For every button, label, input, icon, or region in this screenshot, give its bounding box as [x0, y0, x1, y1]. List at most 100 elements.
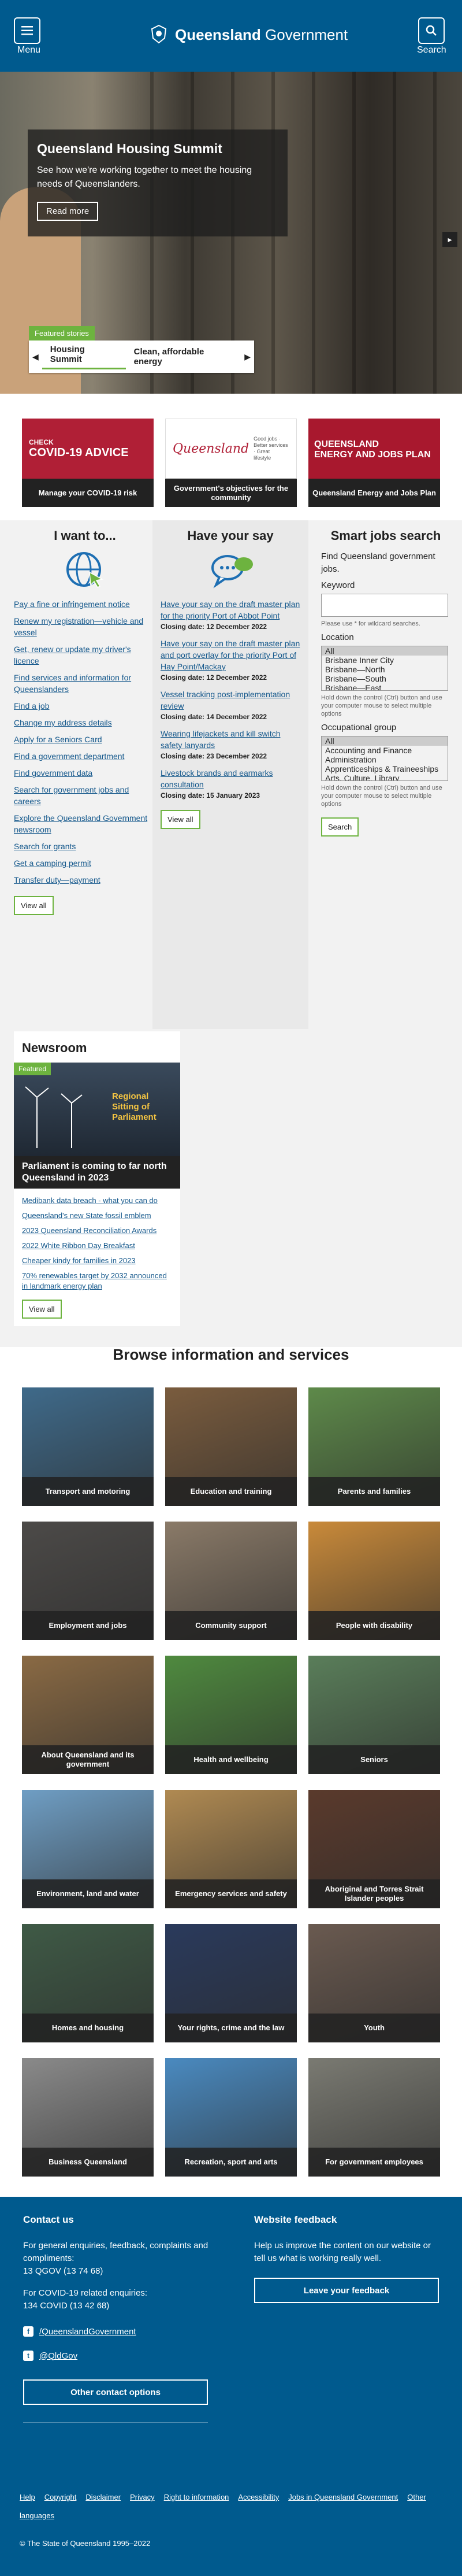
jobs-search-button[interactable]: Search — [321, 817, 359, 837]
location-option[interactable]: Brisbane Inner City — [322, 656, 448, 665]
twitter-link[interactable]: t @QldGov — [23, 2351, 77, 2361]
footer-link[interactable]: Disclaimer — [85, 2493, 121, 2501]
browse-tile[interactable]: About Queensland and its government — [22, 1656, 154, 1774]
location-option[interactable]: All — [322, 646, 448, 656]
occupation-option[interactable]: Apprenticeships & Traineeships — [322, 764, 448, 773]
copyright: © The State of Queensland 1995–2022 — [20, 2539, 151, 2548]
closing-date: Closing date: 23 December 2022 — [161, 752, 267, 760]
location-option[interactable]: Brisbane—East — [322, 683, 448, 690]
search-button[interactable] — [418, 17, 445, 44]
occupation-hint: Hold down the control (Ctrl) button and … — [321, 784, 442, 808]
other-contact-button[interactable]: Other contact options — [23, 2379, 208, 2405]
coat-of-arms-icon — [151, 24, 167, 44]
browse-tile[interactable]: Employment and jobs — [22, 1522, 154, 1640]
browse-tile[interactable]: Transport and motoring — [22, 1387, 154, 1506]
consultation-link[interactable]: Wearing lifejackets and kill switch safe… — [161, 728, 300, 751]
feedback-text: Help us improve the content on our websi… — [254, 2241, 431, 2263]
i-want-to-link[interactable]: Transfer duty—payment — [14, 874, 156, 886]
facebook-link[interactable]: f /QueenslandGovernment — [23, 2326, 136, 2337]
footer-link[interactable]: Right to information — [164, 2493, 229, 2501]
browse-tile[interactable]: Education and training — [165, 1387, 297, 1506]
i-want-to-view-all-button[interactable]: View all — [14, 896, 54, 915]
consultation-link[interactable]: Vessel tracking post-implementation revi… — [161, 689, 300, 712]
i-want-to-link[interactable]: Search for government jobs and careers — [14, 784, 156, 807]
i-want-to-link[interactable]: Get a camping permit — [14, 857, 156, 869]
leave-feedback-button[interactable]: Leave your feedback — [254, 2278, 439, 2303]
promo-covid[interactable]: CHECK COVID-19 ADVICE Manage your COVID-… — [22, 419, 154, 507]
newsroom-section: Newsroom Featured Regional Sitting of Pa… — [14, 1031, 180, 1326]
browse-tile[interactable]: People with disability — [308, 1522, 440, 1640]
browse-tile[interactable]: Aboriginal and Torres Strait Islander pe… — [308, 1790, 440, 1908]
browse-tile[interactable]: Recreation, sport and arts — [165, 2058, 297, 2177]
promo-objectives[interactable]: Queensland Good jobs · Better services ·… — [165, 419, 297, 507]
news-link[interactable]: 2023 Queensland Reconciliation Awards — [22, 1226, 172, 1236]
consultation-link[interactable]: Have your say on the draft master plan f… — [161, 598, 300, 621]
location-select[interactable]: All Brisbane Inner City Brisbane—North Bris… — [321, 646, 448, 691]
i-want-to-link[interactable]: Get, renew or update my driver's licence — [14, 643, 156, 667]
browse-tile[interactable]: Health and wellbeing — [165, 1656, 297, 1774]
chevron-left-icon[interactable]: ◀ — [29, 352, 42, 362]
i-want-to-link[interactable]: Find government data — [14, 767, 156, 779]
logo-text-bold: Queensland — [175, 25, 261, 43]
browse-tile[interactable]: Your rights, crime and the law — [165, 1924, 297, 2042]
news-link[interactable]: Medibank data breach - what you can do — [22, 1196, 172, 1206]
occupation-select[interactable]: All Accounting and Finance Administration A… — [321, 736, 448, 781]
browse-tile[interactable]: Youth — [308, 1924, 440, 2042]
footer-link[interactable]: Privacy — [130, 2493, 155, 2501]
occupation-option[interactable]: Accounting and Finance — [322, 746, 448, 755]
news-link[interactable]: 2022 White Ribbon Day Breakfast — [22, 1241, 172, 1251]
footer-divider — [23, 2422, 208, 2423]
i-want-to-link[interactable]: Explore the Queensland Government newsro… — [14, 812, 156, 835]
browse-tile[interactable]: For government employees — [308, 2058, 440, 2177]
site-logo[interactable]: Queensland Government — [147, 23, 348, 46]
news-link[interactable]: Queensland's new State fossil emblem — [22, 1211, 172, 1221]
promo-energy[interactable]: QUEENSLAND ENERGY AND JOBS PLAN Queensla… — [308, 419, 440, 507]
newsroom-view-all-button[interactable]: View all — [22, 1300, 62, 1319]
i-want-to-link[interactable]: Apply for a Seniors Card — [14, 734, 156, 745]
browse-tile[interactable]: Homes and housing — [22, 1924, 154, 2042]
occupation-option[interactable]: Arts, Culture, Library — [322, 773, 448, 780]
globe-cursor-icon — [66, 552, 104, 588]
browse-tile[interactable]: Environment, land and water — [22, 1790, 154, 1908]
have-your-say-view-all-button[interactable]: View all — [161, 810, 200, 829]
facebook-link-text[interactable]: /QueenslandGovernment — [39, 2327, 136, 2337]
footer-link[interactable]: Help — [20, 2493, 35, 2501]
footer-link[interactable]: Accessibility — [238, 2493, 279, 2501]
browse-tile-caption: Transport and motoring — [22, 1477, 154, 1506]
consultation-link[interactable]: Have your say on the draft master plan a… — [161, 638, 300, 672]
browse-tile[interactable]: Community support — [165, 1522, 297, 1640]
browse-tile[interactable]: Emergency services and safety — [165, 1790, 297, 1908]
read-more-button[interactable]: Read more — [37, 202, 99, 221]
location-option[interactable]: Brisbane—North — [322, 665, 448, 674]
covid-phone[interactable]: 134 COVID (13 42 68) — [23, 2300, 109, 2312]
tab-clean-energy[interactable]: Clean, affordable energy — [126, 347, 241, 367]
i-want-to-link[interactable]: Find a job — [14, 700, 156, 712]
occupation-option[interactable]: Administration — [322, 755, 448, 764]
consultation-link[interactable]: Livestock brands and earmarks consultati… — [161, 767, 300, 790]
i-want-to-section: I want to... Pay a fine or infringement … — [14, 528, 156, 915]
i-want-to-link[interactable]: Search for grants — [14, 841, 156, 852]
i-want-to-link[interactable]: Change my address details — [14, 717, 156, 728]
browse-tile[interactable]: Business Queensland — [22, 2058, 154, 2177]
i-want-to-link[interactable]: Renew my registration—vehicle and vessel — [14, 615, 156, 638]
menu-button[interactable] — [14, 17, 40, 44]
footer-link[interactable]: Jobs in Queensland Government — [288, 2493, 398, 2501]
i-want-to-link[interactable]: Pay a fine or infringement notice — [14, 598, 156, 610]
contact-phone[interactable]: 13 QGOV (13 74 68) — [23, 2265, 103, 2278]
chevron-right-icon[interactable]: ▶ — [241, 352, 254, 362]
keyword-input[interactable] — [321, 594, 448, 617]
twitter-link-text[interactable]: @QldGov — [39, 2351, 77, 2361]
occupation-option[interactable]: All — [322, 736, 448, 746]
browse-tile[interactable]: Seniors — [308, 1656, 440, 1774]
i-want-to-link[interactable]: Find a government department — [14, 750, 156, 762]
news-link[interactable]: 70% renewables target by 2032 announced … — [22, 1271, 172, 1291]
browse-tile[interactable]: Parents and families — [308, 1387, 440, 1506]
news-link[interactable]: Cheaper kindy for families in 2023 — [22, 1256, 172, 1266]
chevron-right-icon[interactable]: ▸ — [442, 232, 457, 247]
i-want-to-link[interactable]: Find services and information for Queens… — [14, 672, 156, 695]
newsroom-featured-image[interactable]: Featured Regional Sitting of Parliament — [14, 1063, 180, 1156]
footer-link[interactable]: Copyright — [44, 2493, 77, 2501]
location-option[interactable]: Brisbane—South — [322, 674, 448, 683]
newsroom-headline[interactable]: Parliament is coming to far north Queens… — [14, 1156, 180, 1189]
tab-housing-summit[interactable]: Housing Summit — [42, 345, 126, 369]
